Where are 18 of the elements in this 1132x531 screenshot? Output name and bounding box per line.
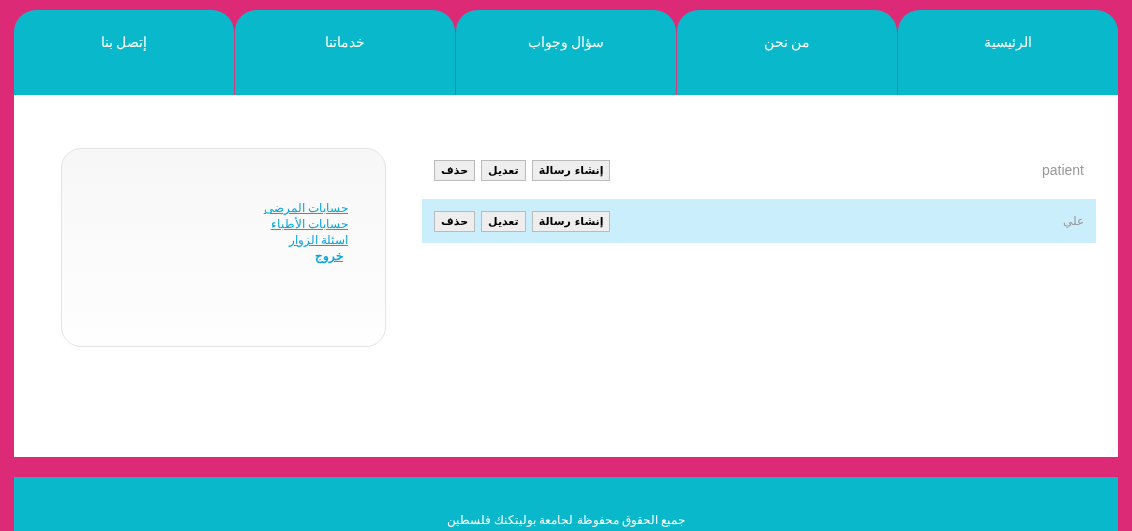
nav-tab[interactable]: الرئيسية: [897, 10, 1118, 95]
action-button[interactable]: تعديل: [481, 159, 526, 181]
nav-tab[interactable]: من نحن: [676, 10, 897, 95]
user-name: patient: [1041, 162, 1084, 178]
side-link[interactable]: حسابات المرضى: [263, 201, 348, 215]
side-link[interactable]: خروج: [315, 249, 348, 263]
side-link[interactable]: اسئلة الزوار: [288, 233, 348, 247]
action-button[interactable]: حذف: [434, 159, 476, 181]
copyright-text: جميع الحقوق محفوظة لجامعة بوليتكنك فلسطين: [446, 513, 686, 527]
side-link[interactable]: حسابات الأطباء: [270, 217, 348, 231]
action-button[interactable]: إنشاء رسالة: [531, 159, 611, 181]
action-button[interactable]: تعديل: [481, 210, 526, 232]
nav-tab[interactable]: إتصل بنا: [14, 10, 234, 95]
user-name: علي: [1063, 214, 1084, 228]
nav-tab[interactable]: خدماتنا: [234, 10, 455, 95]
action-button[interactable]: إنشاء رسالة: [531, 210, 611, 232]
action-button[interactable]: حذف: [434, 210, 476, 232]
nav-tab[interactable]: سؤال وجواب: [455, 10, 676, 95]
